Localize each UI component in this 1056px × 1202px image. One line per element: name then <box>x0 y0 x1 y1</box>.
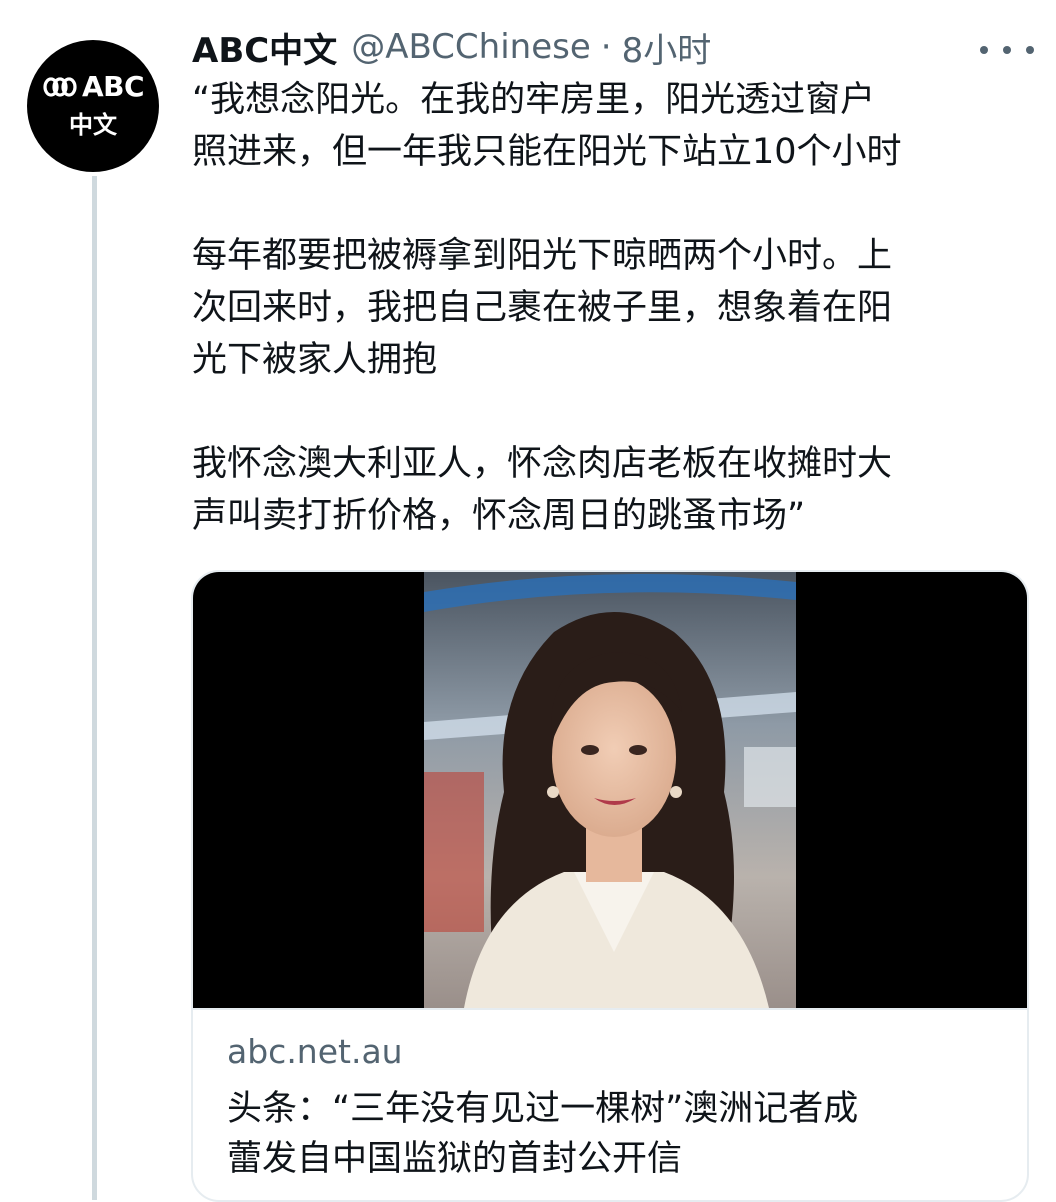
card-photo <box>424 572 796 1008</box>
tweet-text-line: 光下被家人拥抱 <box>192 340 438 380</box>
tweet-text-line: “我想念阳光。在我的牢房里，阳光透过窗户 <box>192 80 876 120</box>
card-title-line: 头条：“三年没有见过一棵树”澳洲记者成 <box>227 1089 859 1129</box>
avatar-logo-text: ABC <box>81 70 145 103</box>
tweet-text-line: 声叫卖打折价格，怀念周日的跳蚤市场” <box>192 496 806 536</box>
display-name[interactable]: ABC中文 <box>192 23 337 72</box>
thread-line <box>92 176 97 1200</box>
tweet-text-line: 我怀念澳大利亚人，怀念肉店老板在收摊时大 <box>192 444 893 484</box>
more-dot <box>1026 46 1034 54</box>
avatar[interactable]: ABC 中文 <box>27 40 159 172</box>
card-media[interactable] <box>193 572 1027 1008</box>
tweet-text-line: 照进来，但一年我只能在阳光下站立10个小时 <box>192 132 902 172</box>
tweet-text-line: 次回来时，我把自己裹在被子里，想象着在阳 <box>192 288 893 328</box>
abc-logo: ABC <box>42 70 145 103</box>
tweet-header: ABC中文 @ABCChinese · 8小时 <box>192 22 711 72</box>
more-dot <box>980 46 988 54</box>
separator-dot: · <box>600 27 612 67</box>
card-title: 头条：“三年没有见过一棵树”澳洲记者成 蕾发自中国监狱的首封公开信 <box>227 1084 1007 1184</box>
timestamp[interactable]: 8小时 <box>622 23 712 72</box>
tweet-text-line: 每年都要把被褥拿到阳光下晾晒两个小时。上 <box>192 236 893 276</box>
abc-lissajous-icon <box>43 76 77 97</box>
card-domain: abc.net.au <box>227 1032 403 1071</box>
tweet-body: “我想念阳光。在我的牢房里，阳光透过窗户 照进来，但一年我只能在阳光下站立10个… <box>192 74 1032 542</box>
avatar-sub-text: 中文 <box>69 111 117 139</box>
card-divider <box>193 1008 1027 1010</box>
more-options-button[interactable] <box>980 36 1034 64</box>
card-title-line: 蕾发自中国监狱的首封公开信 <box>227 1139 683 1179</box>
more-dot <box>1003 46 1011 54</box>
user-handle[interactable]: @ABCChinese <box>351 27 591 67</box>
link-preview-card[interactable]: abc.net.au 头条：“三年没有见过一棵树”澳洲记者成 蕾发自中国监狱的首… <box>191 570 1029 1202</box>
